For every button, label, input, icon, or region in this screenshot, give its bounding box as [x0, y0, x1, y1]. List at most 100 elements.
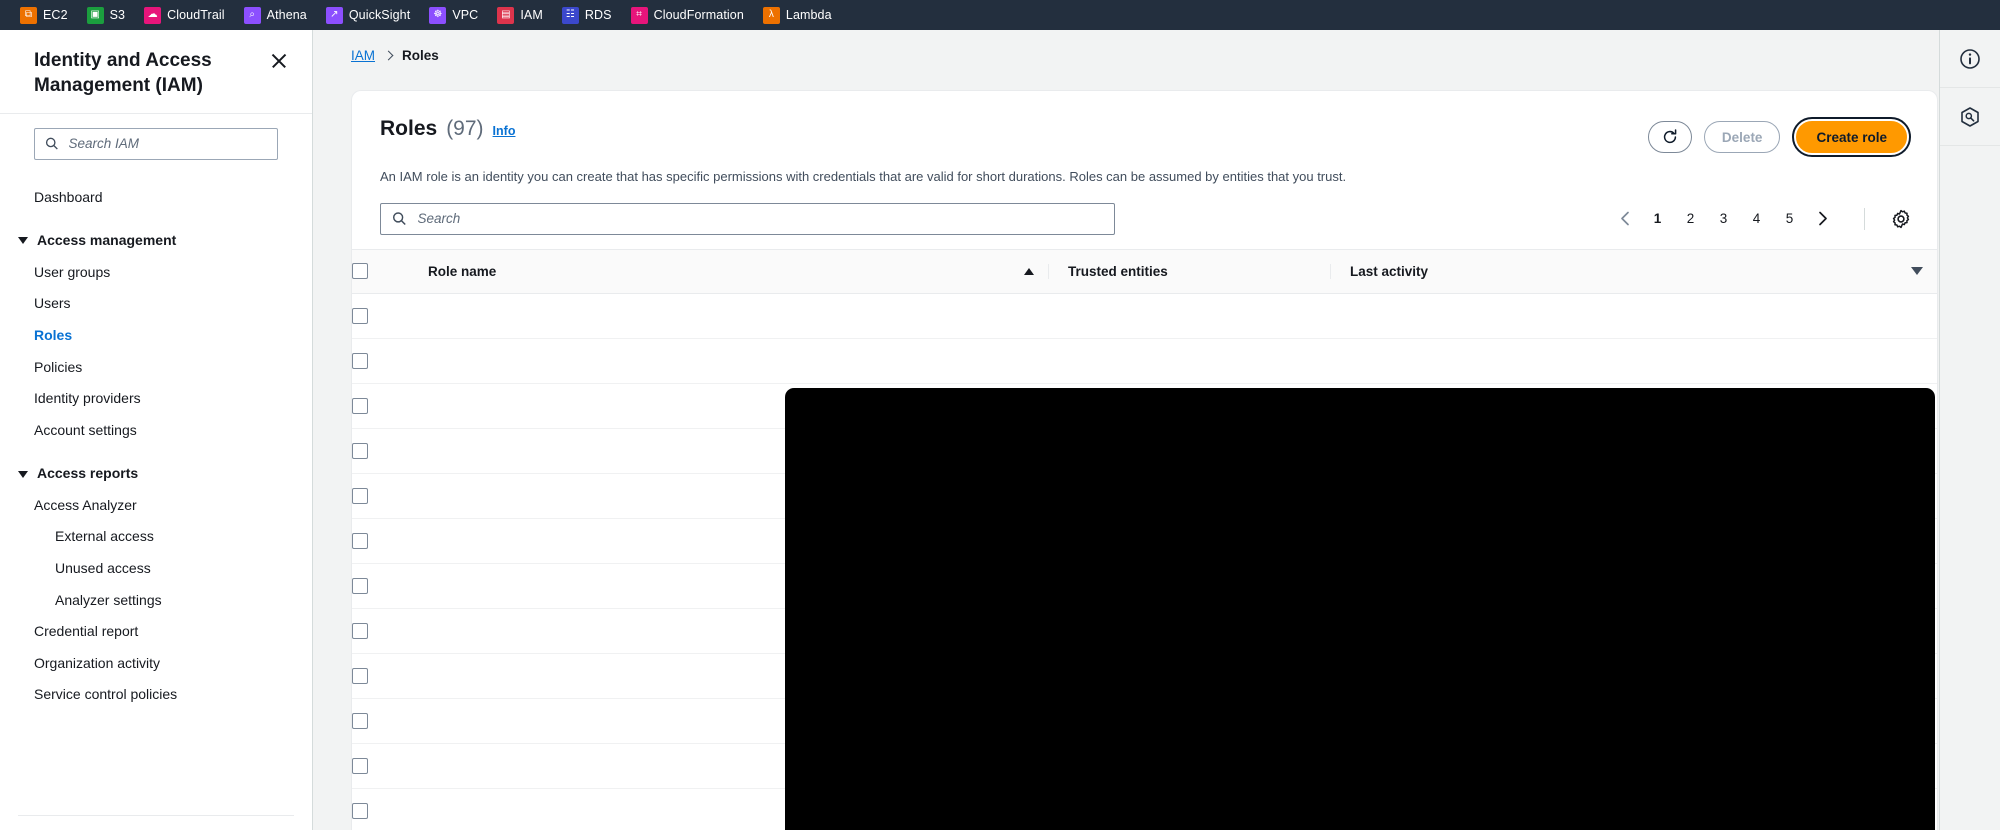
row-checkbox[interactable]: [352, 397, 368, 414]
service-shortcut-iam[interactable]: ▤ IAM: [489, 0, 551, 30]
row-select-cell: [352, 293, 428, 339]
sidebar-item-external-access[interactable]: External access: [0, 521, 312, 553]
row-checkbox[interactable]: [352, 352, 368, 369]
rail-button-info[interactable]: [1939, 30, 2000, 88]
row-checkbox[interactable]: [352, 667, 368, 684]
table-row[interactable]: [352, 293, 1937, 339]
delete-button[interactable]: Delete: [1703, 121, 1781, 153]
sidebar-item-service-control-policies[interactable]: Service control policies: [0, 679, 312, 711]
table-row[interactable]: [352, 338, 1937, 384]
gear-icon[interactable]: [1891, 209, 1911, 229]
sidebar-item-organization-activity[interactable]: Organization activity: [0, 648, 312, 680]
service-shortcut-vpc[interactable]: ☸ VPC: [421, 0, 486, 30]
row-select-cell: [352, 608, 428, 654]
pagination-page-1[interactable]: 1: [1642, 203, 1673, 234]
ec2-icon: ⧉: [20, 6, 37, 24]
sidebar-item-identity-providers[interactable]: Identity providers: [0, 383, 312, 415]
table-search-input[interactable]: [415, 210, 1103, 228]
table-search-box[interactable]: [380, 202, 1115, 235]
row-checkbox[interactable]: [352, 442, 368, 459]
refresh-button[interactable]: [1647, 121, 1692, 153]
row-select-cell: [352, 428, 428, 474]
right-icon-rail: [1939, 30, 2000, 830]
row-checkbox[interactable]: [352, 712, 368, 729]
row-select-cell: [352, 698, 428, 744]
breadcrumb-item-iam[interactable]: IAM: [351, 48, 375, 63]
row-checkbox[interactable]: [352, 487, 368, 504]
column-trusted-entities[interactable]: Trusted entities: [1048, 248, 1330, 294]
pagination-page-2[interactable]: 2: [1675, 203, 1706, 234]
row-checkbox[interactable]: [352, 802, 368, 819]
row-checkbox[interactable]: [352, 622, 368, 639]
service-shortcut-lambda[interactable]: λ Lambda: [755, 0, 840, 30]
row-select-cell: [352, 743, 428, 789]
panel-description: An IAM role is an identity you can creat…: [380, 169, 1347, 184]
athena-icon: ⌕: [243, 6, 261, 24]
breadcrumb: IAM Roles: [313, 30, 2000, 63]
cloudformation-icon: ⌗: [630, 6, 648, 24]
column-label: Role name: [428, 263, 497, 279]
roles-panel: Roles (97) Info Delete Create role An IA…: [351, 90, 1938, 830]
sidebar-item-label: Dashboard: [34, 188, 103, 205]
rail-button-hexagon[interactable]: [1939, 88, 2000, 146]
page-title: Roles: [380, 117, 438, 140]
service-shortcut-cloudformation[interactable]: ⌗ CloudFormation: [623, 0, 752, 30]
service-shortcut-s3[interactable]: ▣ S3: [79, 0, 134, 30]
sidebar-item-analyzer-settings[interactable]: Analyzer settings: [0, 585, 312, 617]
sidebar-item-policies[interactable]: Policies: [0, 352, 312, 384]
table-header-row: Role name Trusted entities Last activity: [352, 248, 1937, 294]
sidebar-item-access-management[interactable]: Access management: [0, 225, 312, 257]
create-role-button[interactable]: Create role: [1796, 121, 1907, 153]
service-shortcut-quicksight[interactable]: ↗ QuickSight: [318, 0, 418, 30]
pagination-page-5[interactable]: 5: [1774, 203, 1805, 234]
sidebar-search-box[interactable]: [34, 127, 278, 160]
row-checkbox[interactable]: [352, 757, 368, 774]
redacted-content-overlay: [785, 388, 1935, 830]
sidebar-item-label: Access reports: [37, 465, 139, 482]
info-link[interactable]: Info: [493, 124, 516, 138]
select-all-checkbox[interactable]: [352, 263, 368, 280]
row-checkbox[interactable]: [352, 577, 368, 594]
close-icon[interactable]: [268, 50, 290, 72]
sidebar-item-users[interactable]: Users: [0, 288, 312, 320]
pagination-page-4[interactable]: 4: [1741, 203, 1772, 234]
cloudtrail-icon: ☁: [144, 6, 162, 24]
sidebar-item-unused-access[interactable]: Unused access: [0, 553, 312, 585]
column-last-activity[interactable]: Last activity: [1330, 248, 1937, 294]
service-shortcut-rds[interactable]: ☷ RDS: [554, 0, 620, 30]
row-checkbox[interactable]: [352, 307, 368, 324]
sidebar-item-label: Policies: [34, 358, 83, 375]
roles-count: (97): [446, 117, 484, 140]
chevron-left-icon: [1620, 211, 1629, 226]
sidebar-item-label: External access: [55, 528, 154, 545]
sidebar-item-access-analyzer[interactable]: Access Analyzer: [0, 490, 312, 522]
service-shortcut-cloudtrail[interactable]: ☁ CloudTrail: [136, 0, 233, 30]
column-role-name[interactable]: Role name: [428, 248, 1048, 294]
row-select-cell: [352, 473, 428, 519]
service-shortcut-label: RDS: [584, 8, 612, 22]
search-input[interactable]: [66, 135, 267, 153]
search-icon: [392, 212, 406, 226]
sidebar-item-account-settings[interactable]: Account settings: [0, 415, 312, 447]
row-select-cell: [352, 563, 428, 609]
service-shortcut-athena[interactable]: ⌕ Athena: [236, 0, 315, 30]
s3-icon: ▣: [86, 6, 104, 24]
sidebar-item-roles[interactable]: Roles: [0, 320, 312, 352]
sidebar-item-label: Access management: [37, 232, 177, 249]
pagination-divider: [1864, 207, 1865, 230]
sidebar-item-credential-report[interactable]: Credential report: [0, 616, 312, 648]
cell-last-activity: [1330, 338, 1937, 384]
pagination-page-3[interactable]: 3: [1708, 203, 1739, 234]
service-shortcut-ec2[interactable]: ⧉ EC2: [12, 0, 76, 30]
sidebar-item-access-reports[interactable]: Access reports: [0, 458, 312, 490]
sidebar-item-user-groups[interactable]: User groups: [0, 257, 312, 289]
row-checkbox[interactable]: [352, 532, 368, 549]
pagination-next[interactable]: [1807, 203, 1838, 234]
lambda-icon: λ: [762, 6, 780, 24]
cell-role-name: [428, 338, 1048, 384]
pagination-prev[interactable]: [1609, 203, 1640, 234]
table-toolbar: 12345: [352, 187, 1937, 249]
sort-ascending-icon: [1024, 267, 1034, 275]
sidebar-item-dashboard[interactable]: Dashboard: [0, 182, 312, 214]
sidebar-item-label: Unused access: [55, 560, 151, 577]
